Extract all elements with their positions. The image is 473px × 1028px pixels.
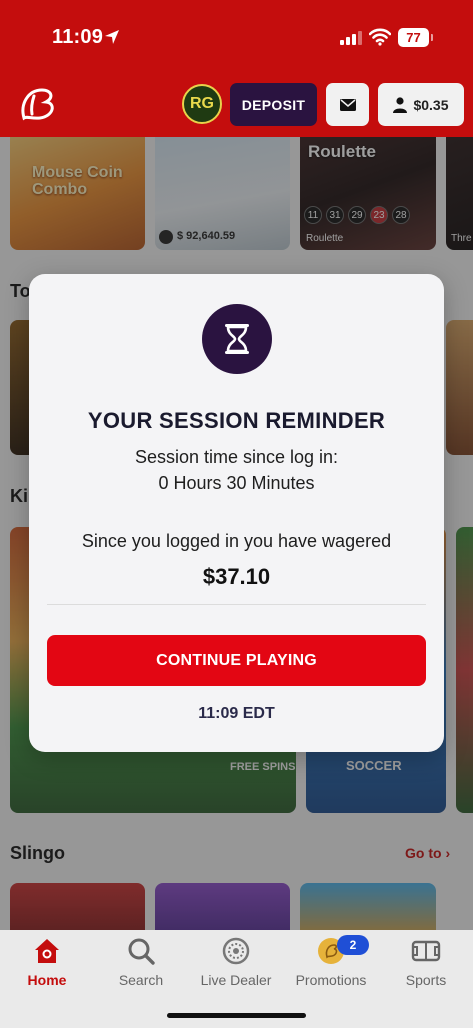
home-icon bbox=[35, 939, 59, 963]
nav-search[interactable]: Search bbox=[94, 936, 188, 988]
search-icon bbox=[128, 938, 155, 965]
dialog-title: YOUR SESSION REMINDER bbox=[87, 408, 386, 433]
nav-live-dealer[interactable]: Live Dealer bbox=[189, 936, 283, 988]
divider bbox=[47, 604, 426, 605]
nav-label: Search bbox=[118, 972, 164, 988]
home-indicator bbox=[167, 1013, 306, 1018]
nav-promotions[interactable]: 2 Promotions bbox=[284, 935, 378, 988]
session-reminder-dialog: YOUR SESSION REMINDER Session time since… bbox=[29, 274, 444, 752]
responsible-gaming-badge[interactable]: RG bbox=[182, 84, 222, 124]
nav-home[interactable]: Home bbox=[0, 936, 94, 988]
wager-label: Since you logged in you have wagered bbox=[81, 531, 392, 551]
nav-sports[interactable]: Sports bbox=[379, 936, 473, 988]
app-header: 11:09 77 RG DEPOSIT $0.35 bbox=[0, 0, 473, 137]
location-arrow-icon bbox=[105, 30, 119, 44]
status-bar: 11:09 77 bbox=[0, 0, 473, 70]
session-duration: 0 Hours 30 Minutes bbox=[158, 473, 315, 493]
inbox-button[interactable] bbox=[326, 83, 369, 126]
nav-label: Home bbox=[27, 972, 67, 988]
user-icon bbox=[393, 96, 408, 113]
wifi-icon bbox=[369, 28, 391, 46]
nav-label: Sports bbox=[405, 972, 447, 988]
status-time: 11:09 bbox=[52, 26, 104, 48]
continue-playing-button[interactable]: CONTINUE PLAYING bbox=[47, 635, 426, 686]
roulette-wheel-icon bbox=[222, 937, 250, 965]
session-time-label: Session time since log in: bbox=[134, 447, 339, 467]
wager-amount: $37.10 bbox=[202, 564, 271, 589]
account-balance-button[interactable]: $0.35 bbox=[378, 83, 464, 126]
sports-field-icon bbox=[411, 940, 441, 962]
balance-amount: $0.35 bbox=[413, 96, 449, 113]
budweiser-logo[interactable] bbox=[14, 84, 60, 124]
deposit-button[interactable]: DEPOSIT bbox=[230, 83, 317, 126]
dialog-timestamp: 11:09 EDT bbox=[198, 705, 275, 722]
nav-label: Promotions bbox=[295, 972, 367, 988]
promotions-count-badge: 2 bbox=[337, 935, 369, 955]
cellular-signal-icon bbox=[340, 31, 362, 45]
battery-indicator: 77 bbox=[398, 28, 433, 47]
hourglass-icon bbox=[202, 304, 272, 374]
nav-label: Live Dealer bbox=[200, 972, 272, 988]
envelope-icon bbox=[339, 98, 356, 111]
